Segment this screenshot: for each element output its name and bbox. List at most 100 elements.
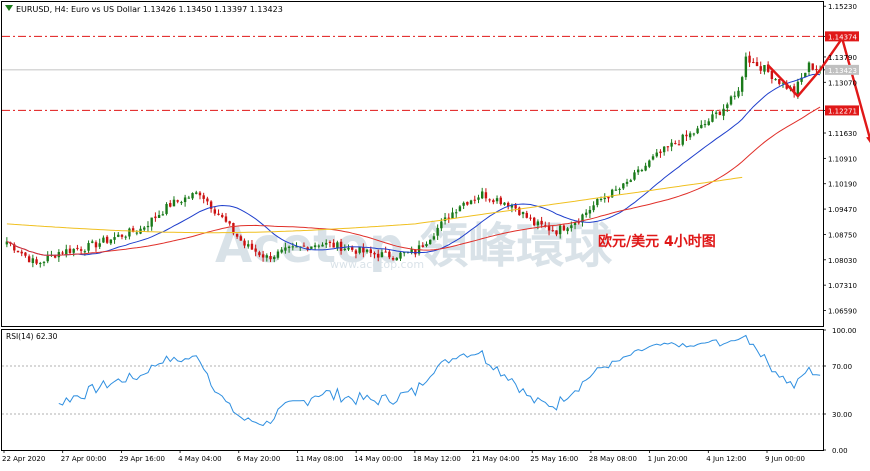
candle bbox=[469, 199, 473, 205]
candle-body bbox=[310, 246, 313, 249]
candle-body bbox=[61, 252, 64, 254]
candle-body bbox=[774, 79, 777, 81]
candle-body bbox=[618, 188, 621, 190]
candle bbox=[759, 61, 762, 75]
candle-body bbox=[484, 192, 488, 199]
candle-body bbox=[388, 251, 391, 258]
candle-body bbox=[655, 152, 658, 157]
candle bbox=[35, 256, 38, 265]
candle-body bbox=[128, 228, 131, 237]
candle-body bbox=[351, 247, 354, 250]
candle-body bbox=[377, 253, 380, 258]
candle bbox=[466, 201, 469, 206]
candle-body bbox=[109, 239, 113, 244]
candle-body bbox=[532, 217, 536, 226]
candle bbox=[711, 110, 714, 123]
candle-body bbox=[711, 114, 714, 122]
candle-body bbox=[369, 249, 372, 254]
candle bbox=[651, 154, 655, 161]
candle bbox=[79, 246, 83, 254]
candle-body bbox=[317, 245, 321, 247]
candle bbox=[202, 192, 205, 204]
candle bbox=[42, 260, 46, 267]
candle-body bbox=[636, 169, 640, 173]
candle-body bbox=[206, 198, 209, 202]
candle bbox=[180, 200, 183, 206]
candle-body bbox=[807, 62, 811, 72]
candle bbox=[525, 210, 528, 219]
candle-body bbox=[35, 259, 38, 264]
candle bbox=[666, 145, 670, 152]
price-tick-label: 1.13790 bbox=[828, 54, 857, 62]
candle-body bbox=[373, 252, 376, 255]
candle-body bbox=[221, 214, 224, 218]
candle bbox=[677, 139, 681, 146]
candle-body bbox=[68, 248, 72, 253]
candle-body bbox=[250, 243, 254, 250]
price-tick-label: 1.15230 bbox=[828, 3, 857, 11]
time-tick-label: 28 May 08:00 bbox=[589, 455, 637, 463]
candle-body bbox=[700, 124, 703, 129]
candle-body bbox=[102, 237, 105, 243]
main-pane-border bbox=[1, 1, 824, 327]
candle bbox=[655, 148, 658, 158]
candle-body bbox=[243, 240, 246, 246]
candle-body bbox=[183, 197, 187, 203]
candle-body bbox=[722, 108, 725, 116]
candle bbox=[811, 63, 814, 71]
candle bbox=[458, 205, 462, 212]
candle bbox=[209, 200, 213, 213]
candle bbox=[120, 234, 124, 240]
candle-body bbox=[91, 241, 94, 243]
candle-body bbox=[146, 225, 150, 228]
candle bbox=[737, 87, 740, 99]
candle bbox=[72, 248, 75, 257]
candle-body bbox=[462, 202, 465, 206]
candle-body bbox=[72, 248, 75, 253]
candle-body bbox=[336, 242, 339, 249]
candle-body bbox=[232, 223, 235, 234]
candle bbox=[198, 191, 202, 200]
candle bbox=[625, 178, 629, 187]
candle-body bbox=[280, 249, 283, 253]
rsi-tick-label: 0.00 bbox=[832, 447, 848, 455]
time-tick-label: 18 May 12:00 bbox=[413, 455, 461, 463]
candle bbox=[588, 206, 592, 219]
candle-body bbox=[261, 254, 265, 258]
levels-layer bbox=[2, 35, 823, 111]
candle bbox=[518, 206, 521, 216]
candle bbox=[109, 239, 113, 246]
candle-body bbox=[284, 247, 287, 251]
candle bbox=[139, 225, 142, 235]
candle-body bbox=[269, 255, 272, 260]
candle-body bbox=[421, 245, 424, 247]
candle-body bbox=[674, 143, 677, 145]
candle bbox=[592, 201, 595, 213]
candle-body bbox=[27, 256, 31, 263]
candle-body bbox=[607, 196, 610, 199]
candle bbox=[165, 202, 168, 216]
rsi-label: RSI(14) 62.30 bbox=[6, 332, 58, 341]
candle-body bbox=[213, 209, 217, 214]
candle bbox=[206, 196, 209, 206]
candle-body bbox=[399, 252, 402, 259]
candle bbox=[87, 240, 90, 254]
candle-body bbox=[195, 192, 198, 194]
price-tick-label: 1.10190 bbox=[828, 181, 857, 189]
time-tick-label: 4 Jun 12:00 bbox=[706, 455, 746, 463]
candle bbox=[98, 238, 101, 250]
candle bbox=[16, 250, 20, 253]
time-tick-label: 22 Apr 2020 bbox=[2, 455, 45, 463]
candle-body bbox=[217, 213, 220, 215]
candle-body bbox=[755, 62, 759, 67]
price-tick-label: 1.13070 bbox=[828, 79, 857, 87]
candle-body bbox=[347, 247, 350, 250]
candle bbox=[31, 254, 35, 268]
candle-body bbox=[165, 203, 168, 214]
candle-body bbox=[473, 199, 476, 201]
candle-body bbox=[117, 234, 120, 237]
candle-body bbox=[425, 244, 428, 247]
candle-body bbox=[154, 216, 157, 219]
candle-body bbox=[707, 121, 710, 126]
candle-body bbox=[748, 55, 751, 63]
